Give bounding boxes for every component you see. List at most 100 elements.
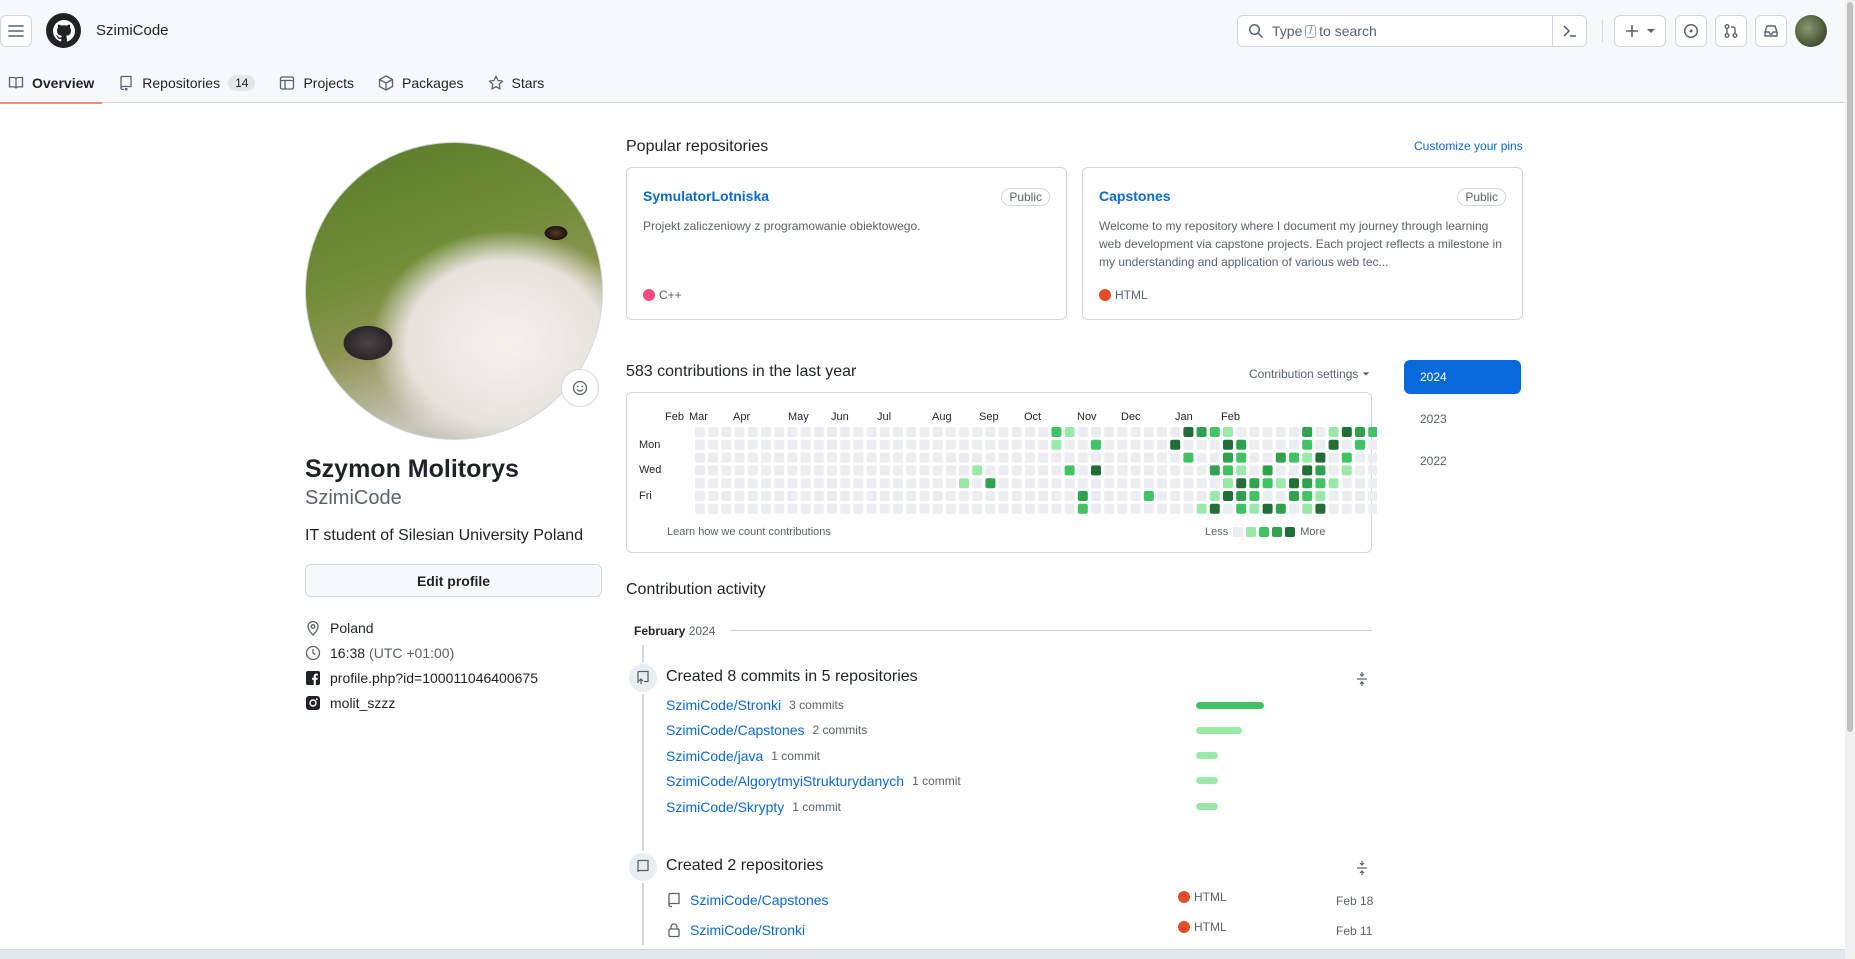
contribution-day-cell[interactable] (1328, 503, 1339, 514)
commit-repo-link[interactable]: SzimiCode/java (666, 748, 763, 764)
contribution-day-cell[interactable] (1236, 427, 1247, 437)
contribution-day-cell[interactable] (1157, 427, 1167, 437)
contribution-day-cell[interactable] (998, 452, 1009, 463)
contribution-day-cell[interactable] (708, 452, 719, 463)
contribution-day-cell[interactable] (1025, 427, 1035, 437)
contribution-day-cell[interactable] (1289, 465, 1299, 476)
contribution-day-cell[interactable] (747, 503, 758, 514)
contribution-day-cell[interactable] (1223, 452, 1233, 463)
contribution-day-cell[interactable] (721, 452, 732, 463)
contribution-day-cell[interactable] (747, 439, 758, 450)
contribution-day-cell[interactable] (721, 439, 732, 450)
contribution-day-cell[interactable] (1011, 465, 1022, 476)
contribution-day-cell[interactable] (972, 503, 983, 514)
contribution-day-cell[interactable] (827, 439, 837, 450)
contribution-day-cell[interactable] (972, 465, 983, 476)
contribution-day-cell[interactable] (1341, 452, 1352, 463)
contribution-day-cell[interactable] (695, 491, 705, 501)
contribution-day-cell[interactable] (1011, 452, 1022, 463)
contribution-day-cell[interactable] (1275, 452, 1286, 463)
contribution-day-cell[interactable] (1262, 439, 1273, 450)
contribution-day-cell[interactable] (1170, 439, 1181, 450)
contribution-day-cell[interactable] (1077, 427, 1088, 437)
contribution-day-cell[interactable] (1368, 503, 1377, 514)
contribution-day-cell[interactable] (1117, 491, 1128, 501)
contribution-day-cell[interactable] (1196, 452, 1207, 463)
contribution-day-cell[interactable] (761, 452, 771, 463)
contribution-day-cell[interactable] (1038, 439, 1049, 450)
contribution-day-cell[interactable] (721, 491, 732, 501)
contribution-day-cell[interactable] (734, 491, 745, 501)
contribution-day-cell[interactable] (853, 465, 864, 476)
contribution-day-cell[interactable] (959, 452, 969, 463)
contribution-day-cell[interactable] (1196, 465, 1207, 476)
contribution-day-cell[interactable] (1117, 452, 1128, 463)
contribution-day-cell[interactable] (1091, 427, 1101, 437)
contribution-day-cell[interactable] (853, 478, 864, 489)
year-2022-button[interactable]: 2022 (1404, 444, 1521, 478)
contribution-day-cell[interactable] (972, 439, 983, 450)
contribution-day-cell[interactable] (1236, 465, 1247, 476)
contribution-day-cell[interactable] (893, 503, 903, 514)
contribution-day-cell[interactable] (1051, 439, 1062, 450)
contribution-day-cell[interactable] (1328, 465, 1339, 476)
contribution-day-cell[interactable] (708, 491, 719, 501)
contribution-day-cell[interactable] (906, 439, 917, 450)
contribution-day-cell[interactable] (1183, 452, 1194, 463)
contribution-day-cell[interactable] (1355, 503, 1365, 514)
contribution-day-cell[interactable] (853, 503, 864, 514)
contribution-day-cell[interactable] (840, 452, 851, 463)
contribution-day-cell[interactable] (721, 478, 732, 489)
created-repo-link[interactable]: SzimiCode/Capstones (690, 892, 829, 908)
contribution-day-cell[interactable] (1130, 478, 1141, 489)
contribution-day-cell[interactable] (1091, 478, 1101, 489)
profile-avatar[interactable] (305, 142, 603, 440)
contribution-day-cell[interactable] (1051, 478, 1062, 489)
contribution-day-cell[interactable] (1209, 427, 1220, 437)
contribution-day-cell[interactable] (747, 478, 758, 489)
context-username[interactable]: SzimiCode (96, 22, 169, 39)
contribution-day-cell[interactable] (879, 427, 890, 437)
contribution-day-cell[interactable] (1038, 503, 1049, 514)
contribution-day-cell[interactable] (906, 491, 917, 501)
contribution-day-cell[interactable] (747, 491, 758, 501)
contribution-day-cell[interactable] (721, 503, 732, 514)
contribution-day-cell[interactable] (1038, 478, 1049, 489)
contribution-day-cell[interactable] (1170, 427, 1181, 437)
contribution-day-cell[interactable] (734, 465, 745, 476)
contribution-day-cell[interactable] (721, 465, 732, 476)
contribution-day-cell[interactable] (1170, 491, 1181, 501)
created-repo-link[interactable]: SzimiCode/Stronki (690, 922, 805, 938)
contribution-day-cell[interactable] (853, 439, 864, 450)
contribution-day-cell[interactable] (1130, 439, 1141, 450)
contribution-day-cell[interactable] (800, 427, 811, 437)
contribution-day-cell[interactable] (813, 503, 824, 514)
issues-button[interactable] (1675, 15, 1707, 47)
contribution-day-cell[interactable] (1223, 503, 1233, 514)
contribution-day-cell[interactable] (1368, 491, 1377, 501)
contribution-day-cell[interactable] (827, 478, 837, 489)
contribution-day-cell[interactable] (1262, 427, 1273, 437)
contribution-day-cell[interactable] (1025, 491, 1035, 501)
contribution-day-cell[interactable] (1011, 478, 1022, 489)
contribution-day-cell[interactable] (1064, 478, 1075, 489)
contribution-day-cell[interactable] (1341, 503, 1352, 514)
commit-count-link[interactable]: 1 commit (771, 749, 820, 763)
contribution-day-cell[interactable] (1077, 491, 1088, 501)
contribution-day-cell[interactable] (774, 427, 785, 437)
contribution-day-cell[interactable] (1368, 439, 1377, 450)
contribution-day-cell[interactable] (827, 491, 837, 501)
contribution-day-cell[interactable] (1077, 478, 1088, 489)
contribution-day-cell[interactable] (1236, 439, 1247, 450)
contribution-day-cell[interactable] (813, 427, 824, 437)
contribution-day-cell[interactable] (708, 439, 719, 450)
contribution-day-cell[interactable] (1170, 465, 1181, 476)
contribution-day-cell[interactable] (1302, 503, 1313, 514)
contribution-day-cell[interactable] (1196, 491, 1207, 501)
contribution-day-cell[interactable] (787, 427, 798, 437)
commit-repo-link[interactable]: SzimiCode/Capstones (666, 722, 805, 738)
contribution-day-cell[interactable] (1143, 503, 1154, 514)
contribution-day-cell[interactable] (708, 427, 719, 437)
contribution-day-cell[interactable] (985, 503, 996, 514)
contribution-day-cell[interactable] (972, 452, 983, 463)
